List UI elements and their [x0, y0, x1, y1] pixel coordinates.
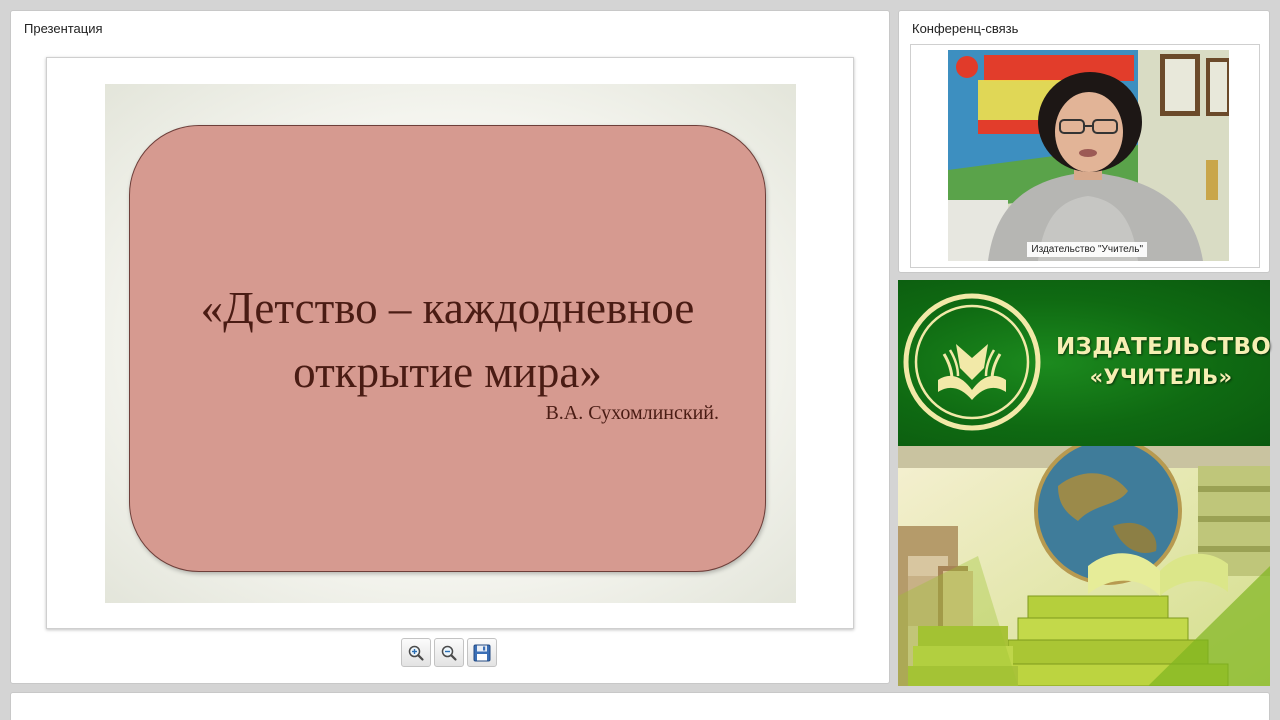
- quote-line-2: открытие мира»: [293, 347, 602, 397]
- zoom-in-button[interactable]: [401, 638, 431, 667]
- books-illustration: [898, 446, 1270, 686]
- save-button[interactable]: [467, 638, 497, 667]
- publisher-banner: ИЗДАТЕЛЬСТВО «УЧИТЕЛЬ»: [898, 280, 1272, 446]
- slide-viewer: «Детство – каждодневное открытие мира» В…: [46, 57, 854, 629]
- video-window: Издательство "Учитель": [910, 44, 1260, 268]
- quote-author: В.А. Сухомлинский.: [545, 402, 719, 424]
- slide-quote: «Детство – каждодневное открытие мира»: [130, 276, 765, 404]
- quote-line-1: «Детство – каждодневное: [200, 283, 695, 333]
- zoom-out-button[interactable]: [434, 638, 464, 667]
- floppy-disk-icon: [473, 644, 491, 661]
- slide: «Детство – каждодневное открытие мира» В…: [105, 84, 796, 603]
- publisher-name-line-1: ИЗДАТЕЛЬСТВО: [1056, 334, 1272, 360]
- publisher-name-line-2: «УЧИТЕЛЬ»: [1089, 365, 1233, 389]
- conference-title: Конференц-связь: [912, 21, 1019, 36]
- presentation-panel: Презентация «Детство – каждодневное откр…: [10, 10, 890, 684]
- presentation-toolbar: [401, 638, 497, 668]
- video-caption: Издательство "Учитель": [1027, 242, 1147, 257]
- quote-card: «Детство – каждодневное открытие мира» В…: [129, 125, 766, 572]
- books-globe-image: [898, 446, 1270, 686]
- publisher-logo-icon: [903, 293, 1041, 431]
- presentation-title: Презентация: [24, 21, 103, 36]
- publisher-name: ИЗДАТЕЛЬСТВО «УЧИТЕЛЬ»: [1056, 332, 1272, 392]
- webcam-video[interactable]: Издательство "Учитель": [948, 50, 1229, 261]
- bottom-panel: [10, 692, 1270, 720]
- zoom-in-icon: [408, 645, 424, 661]
- zoom-out-icon: [441, 645, 457, 661]
- conference-panel: Конференц-связь Издательство "Учитель": [898, 10, 1270, 273]
- speaker-video-frame: [948, 50, 1229, 261]
